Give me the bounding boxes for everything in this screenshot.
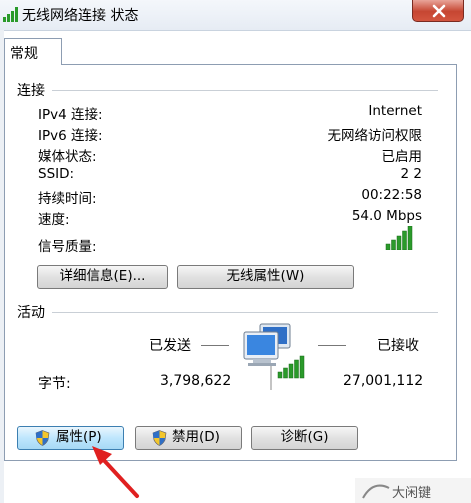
connection-divider	[52, 90, 438, 91]
tab-label: 常规	[10, 46, 38, 62]
media-state-label: 媒体状态:	[38, 149, 97, 165]
signal-strength-icon	[385, 226, 413, 250]
bytes-sent-value: 3,798,622	[160, 373, 232, 389]
close-button[interactable]	[412, 0, 464, 22]
wireless-network-icon	[3, 7, 18, 22]
connection-section-label: 连接	[17, 83, 45, 99]
tab-general[interactable]: 常规	[4, 38, 62, 65]
ipv4-value: Internet	[368, 103, 422, 119]
received-connector-line	[318, 345, 346, 346]
uac-shield-icon	[152, 430, 167, 446]
duration-label: 持续时间:	[38, 191, 97, 207]
media-state-value: 已启用	[381, 149, 423, 165]
bytes-label: 字节:	[38, 376, 71, 392]
activity-signal-icon	[277, 355, 305, 379]
speed-value: 54.0 Mbps	[351, 208, 422, 224]
duration-value: 00:22:58	[361, 187, 422, 203]
uac-shield-icon	[35, 430, 50, 446]
network-activity-icon	[243, 323, 305, 390]
wireless-properties-button[interactable]: 无线属性(W)	[177, 265, 354, 289]
signal-bar	[385, 243, 391, 250]
title-bar: 无线网络连接 状态	[0, 0, 471, 31]
signal-quality-label: 信号质量:	[38, 239, 97, 255]
watermark-text: 大闲键	[392, 486, 432, 501]
details-button[interactable]: 详细信息(E)...	[37, 265, 168, 289]
sent-label: 已发送	[149, 338, 191, 354]
signal-bar	[402, 230, 407, 250]
signal-bar	[407, 226, 413, 250]
ssid-label: SSID:	[38, 166, 75, 182]
received-label: 已接收	[377, 338, 419, 354]
ssid-value: 2 2	[400, 166, 422, 182]
sent-connector-line	[201, 345, 229, 346]
ipv6-value: 无网络访问权限	[327, 128, 423, 144]
disable-button[interactable]: 禁用(D)	[135, 426, 242, 450]
bytes-received-value: 27,001,112	[343, 373, 424, 389]
activity-divider	[52, 312, 438, 313]
ipv6-label: IPv6 连接:	[38, 128, 103, 144]
speed-label: 速度:	[38, 212, 70, 228]
window-title: 无线网络连接 状态	[22, 8, 139, 24]
disable-button-label: 禁用(D)	[172, 429, 220, 445]
ipv4-label: IPv4 连接:	[38, 107, 103, 123]
signal-bar	[391, 239, 396, 250]
diagnose-button[interactable]: 诊断(G)	[251, 426, 358, 450]
signal-bar	[396, 235, 402, 250]
close-icon	[432, 4, 446, 18]
activity-section-label: 活动	[17, 305, 45, 321]
annotation-arrow-icon	[92, 446, 139, 498]
signal-bars	[385, 226, 413, 250]
